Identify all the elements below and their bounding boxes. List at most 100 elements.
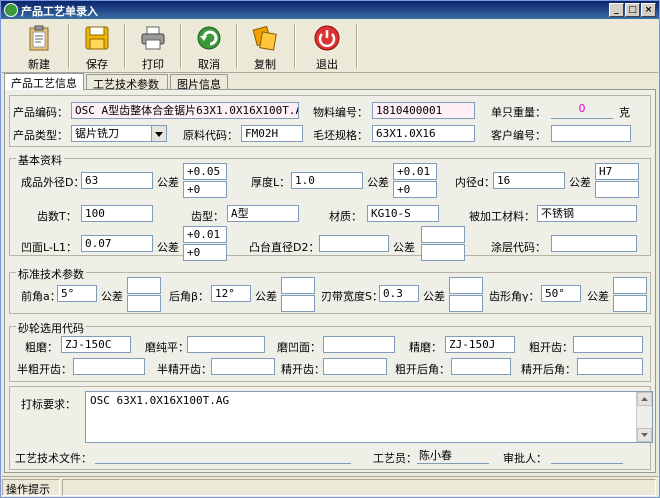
unit-weight-input[interactable]: 0 [551, 102, 613, 119]
marking-textarea[interactable]: OSC 63X1.0X16X100T.AG [85, 391, 653, 443]
semi-fine-input[interactable] [211, 358, 275, 375]
tab-images[interactable]: 图片信息 [170, 74, 228, 91]
boss-dia-input[interactable] [319, 235, 389, 252]
inner-dia-input[interactable]: 16 [493, 172, 565, 189]
tooth-angle-tol-lower-input[interactable] [613, 295, 647, 312]
edge-tol-lower-input[interactable] [449, 295, 483, 312]
concave-grind-input[interactable] [323, 336, 395, 353]
unit-weight-label: 单只重量： [491, 106, 546, 119]
new-button[interactable]: 新建 [12, 22, 66, 71]
thickness-tol-label: 公差 [367, 176, 389, 189]
back-tol-upper-input[interactable] [281, 277, 315, 294]
material-no-input[interactable]: 1810400001 [372, 102, 475, 119]
fine-grind-label: 精磨： [409, 341, 442, 354]
back-tol-lower-input[interactable] [281, 295, 315, 312]
outer-tol-upper-input[interactable]: +0.05 [183, 163, 227, 180]
fine-open-input[interactable] [323, 358, 387, 375]
coating-label: 涂层代码： [491, 241, 546, 254]
tooth-angle-label: 齿形角γ： [489, 290, 540, 303]
customer-no-input[interactable] [551, 125, 631, 142]
thickness-tol-lower-input[interactable]: +0 [393, 181, 437, 198]
customer-no-label: 客户编号： [491, 129, 546, 142]
print-button-label: 打印 [142, 58, 164, 71]
edge-tol-upper-input[interactable] [449, 277, 483, 294]
rake-tol-lower-input[interactable] [127, 295, 161, 312]
raw-code-input[interactable]: FM02H [241, 125, 303, 142]
print-button[interactable]: 打印 [126, 22, 180, 71]
blank-spec-label: 毛坯规格： [313, 129, 368, 142]
save-button[interactable]: 保存 [70, 22, 124, 71]
tooth-type-input[interactable]: A型 [227, 205, 299, 222]
edge-width-input[interactable]: 0.3 [379, 285, 419, 302]
rough-open-label: 粗开齿： [529, 341, 573, 354]
outer-tol-lower-input[interactable]: +0 [183, 181, 227, 198]
new-button-label: 新建 [28, 58, 50, 71]
teeth-input[interactable]: 100 [81, 205, 153, 222]
minimize-button[interactable]: _ [609, 3, 624, 17]
tab-tech-params[interactable]: 工艺技术参数 [86, 74, 168, 91]
material-input[interactable]: KG10-S [367, 205, 439, 222]
teeth-label: 齿数T： [37, 210, 77, 223]
thickness-label: 厚度L： [251, 176, 291, 189]
product-code-input[interactable]: OSC A型齿整体合金锯片63X1.0X16X100T.AG [71, 102, 299, 119]
boss-tol-upper-input[interactable] [421, 226, 465, 243]
exit-button[interactable]: 退出 [300, 22, 354, 71]
tech-file-label: 工艺技术文件： [15, 452, 92, 465]
back-tol-label: 公差 [255, 290, 277, 303]
thickness-input[interactable]: 1.0 [291, 172, 363, 189]
concave-tol-label: 公差 [157, 241, 179, 254]
product-type-select[interactable]: 锯片铣刀 [71, 125, 167, 142]
fine-grind-input[interactable]: ZJ-150J [445, 336, 515, 353]
coating-input[interactable] [551, 235, 637, 252]
fine-back-label: 精开后角： [521, 363, 576, 376]
toolbar: 新建 保存 打印 取消 复制 退出 [2, 20, 658, 73]
undo-icon [197, 26, 221, 50]
marking-text: OSC 63X1.0X16X100T.AG [90, 394, 230, 407]
concave-tol-upper-input[interactable]: +0.01 [183, 226, 227, 243]
chevron-down-icon[interactable] [151, 126, 166, 141]
tech-file-input[interactable] [95, 447, 351, 464]
craftsman-input[interactable]: 陈小春 [417, 447, 489, 464]
scroll-down-icon[interactable] [637, 428, 652, 442]
product-code-label: 产品编码： [13, 106, 68, 119]
tab-product-info[interactable]: 产品工艺信息 [4, 73, 84, 90]
app-icon [4, 3, 18, 17]
tooth-angle-input[interactable]: 50° [541, 285, 581, 302]
inner-dia-label: 内径d： [455, 176, 495, 189]
inner-tol-lower-input[interactable] [595, 181, 639, 198]
back-angle-input[interactable]: 12° [211, 285, 251, 302]
flat-grind-input[interactable] [187, 336, 265, 353]
rough-back-input[interactable] [451, 358, 511, 375]
marking-scrollbar[interactable] [636, 392, 652, 442]
status-bar: 操作提示 [2, 476, 658, 497]
concave-tol-lower-input[interactable]: +0 [183, 244, 227, 261]
thickness-tol-upper-input[interactable]: +0.01 [393, 163, 437, 180]
tab-content: 产品编码： OSC A型齿整体合金锯片63X1.0X16X100T.AG 物料编… [4, 89, 656, 473]
fine-back-input[interactable] [577, 358, 643, 375]
product-type-value: 锯片铣刀 [75, 127, 119, 140]
inner-tol-upper-input[interactable]: H7 [595, 163, 639, 180]
outer-dia-label: 成品外径D： [21, 176, 85, 189]
close-button[interactable]: × [641, 3, 656, 17]
scroll-up-icon[interactable] [637, 392, 652, 406]
work-material-label: 被加工材料： [469, 210, 535, 223]
maximize-button[interactable]: □ [625, 3, 640, 17]
semi-rough-label: 半粗开齿： [17, 363, 72, 376]
semi-rough-input[interactable] [73, 358, 145, 375]
tooth-angle-tol-upper-input[interactable] [613, 277, 647, 294]
boss-tol-lower-input[interactable] [421, 244, 465, 261]
blank-spec-input[interactable]: 63X1.0X16 [372, 125, 475, 142]
rake-angle-input[interactable]: 5° [57, 285, 97, 302]
rough-grind-input[interactable]: ZJ-150C [61, 336, 131, 353]
rake-tol-upper-input[interactable] [127, 277, 161, 294]
outer-dia-input[interactable]: 63 [81, 172, 153, 189]
concave-input[interactable]: 0.07 [81, 235, 153, 252]
copy-button[interactable]: 复制 [238, 22, 292, 71]
work-material-input[interactable]: 不锈钢 [537, 205, 637, 222]
rough-open-input[interactable] [573, 336, 643, 353]
outer-tol-label: 公差 [157, 176, 179, 189]
printer-icon [141, 26, 165, 50]
approver-input[interactable] [551, 447, 623, 464]
tooth-type-label: 齿型： [191, 210, 224, 223]
cancel-button[interactable]: 取消 [182, 22, 236, 71]
